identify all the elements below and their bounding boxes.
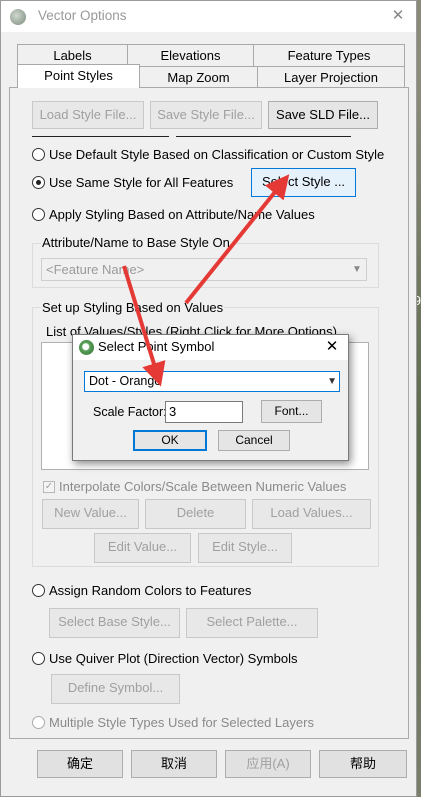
tab-labels[interactable]: Labels <box>17 44 128 66</box>
setup-label: Set up Styling Based on Values <box>41 300 225 315</box>
app-icon <box>10 9 26 25</box>
radio-dot <box>32 584 45 597</box>
radio-same-style[interactable]: Use Same Style for All Features <box>32 175 233 190</box>
separator-right <box>176 136 351 137</box>
delete-button[interactable]: Delete <box>145 499 246 529</box>
tab-layer-projection[interactable]: Layer Projection <box>257 66 405 88</box>
checkbox-label: Interpolate Colors/Scale Between Numeric… <box>59 479 347 494</box>
select-style-button[interactable]: Select Style ... <box>251 168 356 197</box>
radio-multiple-style-types[interactable]: Multiple Style Types Used for Selected L… <box>32 715 314 730</box>
attribute-label: Attribute/Name to Base Style On <box>41 235 231 250</box>
radio-label: Multiple Style Types Used for Selected L… <box>49 715 314 730</box>
radio-dot <box>32 148 45 161</box>
radio-label: Apply Styling Based on Attribute/Name Va… <box>49 207 315 222</box>
radio-dot <box>32 716 45 729</box>
attribute-select-value: <Feature Name> <box>46 262 145 277</box>
save-sld-button[interactable]: Save SLD File... <box>268 101 378 129</box>
load-values-button[interactable]: Load Values... <box>252 499 371 529</box>
help-button[interactable]: 帮助 <box>319 750 407 778</box>
attribute-select[interactable]: <Feature Name> ▼ <box>41 258 367 281</box>
dialog-title: Select Point Symbol <box>98 339 215 354</box>
chevron-down-icon: ▼ <box>352 264 362 275</box>
separator-left <box>32 136 169 137</box>
radio-dot <box>32 652 45 665</box>
radio-dot-selected <box>32 176 45 189</box>
radio-label: Use Quiver Plot (Direction Vector) Symbo… <box>49 651 298 666</box>
save-style-button[interactable]: Save Style File... <box>150 101 262 129</box>
radio-attribute-style[interactable]: Apply Styling Based on Attribute/Name Va… <box>32 207 315 222</box>
close-icon[interactable]: ✕ <box>322 337 342 355</box>
interpolate-checkbox[interactable]: ✓ Interpolate Colors/Scale Between Numer… <box>43 479 346 494</box>
symbol-select-value: Dot - Orange <box>89 374 162 388</box>
radio-label: Use Same Style for All Features <box>49 175 234 190</box>
define-symbol-button[interactable]: Define Symbol... <box>51 674 180 704</box>
scale-factor-label: Scale Factor: <box>93 405 167 419</box>
load-style-button[interactable]: Load Style File... <box>32 101 144 129</box>
ok-button[interactable]: 确定 <box>37 750 123 778</box>
close-icon[interactable]: ✕ <box>386 5 410 27</box>
tab-elevations[interactable]: Elevations <box>127 44 254 66</box>
cancel-button[interactable]: 取消 <box>131 750 217 778</box>
tab-feature-types[interactable]: Feature Types <box>253 44 405 66</box>
symbol-select[interactable]: Dot - Orange ▼ <box>84 371 340 392</box>
radio-default-style[interactable]: Use Default Style Based on Classificatio… <box>32 147 384 162</box>
window-title: Vector Options <box>38 8 127 23</box>
edit-style-button[interactable]: Edit Style... <box>198 533 292 563</box>
checkmark-icon: ✓ <box>43 480 55 493</box>
tab-map-zoom[interactable]: Map Zoom <box>139 66 258 88</box>
select-point-symbol-dialog: Select Point Symbol ✕ Dot - Orange ▼ Sca… <box>72 334 349 461</box>
title-bar: Vector Options ✕ <box>1 1 416 32</box>
apply-button[interactable]: 应用(A) <box>225 750 311 778</box>
tab-point-styles[interactable]: Point Styles <box>17 64 140 88</box>
new-value-button[interactable]: New Value... <box>42 499 139 529</box>
select-base-style-button[interactable]: Select Base Style... <box>49 608 180 638</box>
edit-value-button[interactable]: Edit Value... <box>94 533 191 563</box>
radio-dot <box>32 208 45 221</box>
dialog-title-bar: Select Point Symbol ✕ <box>73 335 348 360</box>
font-button[interactable]: Font... <box>261 400 322 423</box>
radio-quiver-plot[interactable]: Use Quiver Plot (Direction Vector) Symbo… <box>32 651 298 666</box>
radio-label: Use Default Style Based on Classificatio… <box>49 147 385 162</box>
chevron-down-icon: ▼ <box>327 376 337 387</box>
radio-random-colors[interactable]: Assign Random Colors to Features <box>32 583 251 598</box>
app-icon <box>79 340 94 355</box>
radio-label: Assign Random Colors to Features <box>49 583 252 598</box>
dialog-ok-button[interactable]: OK <box>133 430 207 451</box>
dialog-cancel-button[interactable]: Cancel <box>218 430 290 451</box>
select-palette-button[interactable]: Select Palette... <box>186 608 318 638</box>
scale-factor-input[interactable]: 3 <box>165 401 243 423</box>
